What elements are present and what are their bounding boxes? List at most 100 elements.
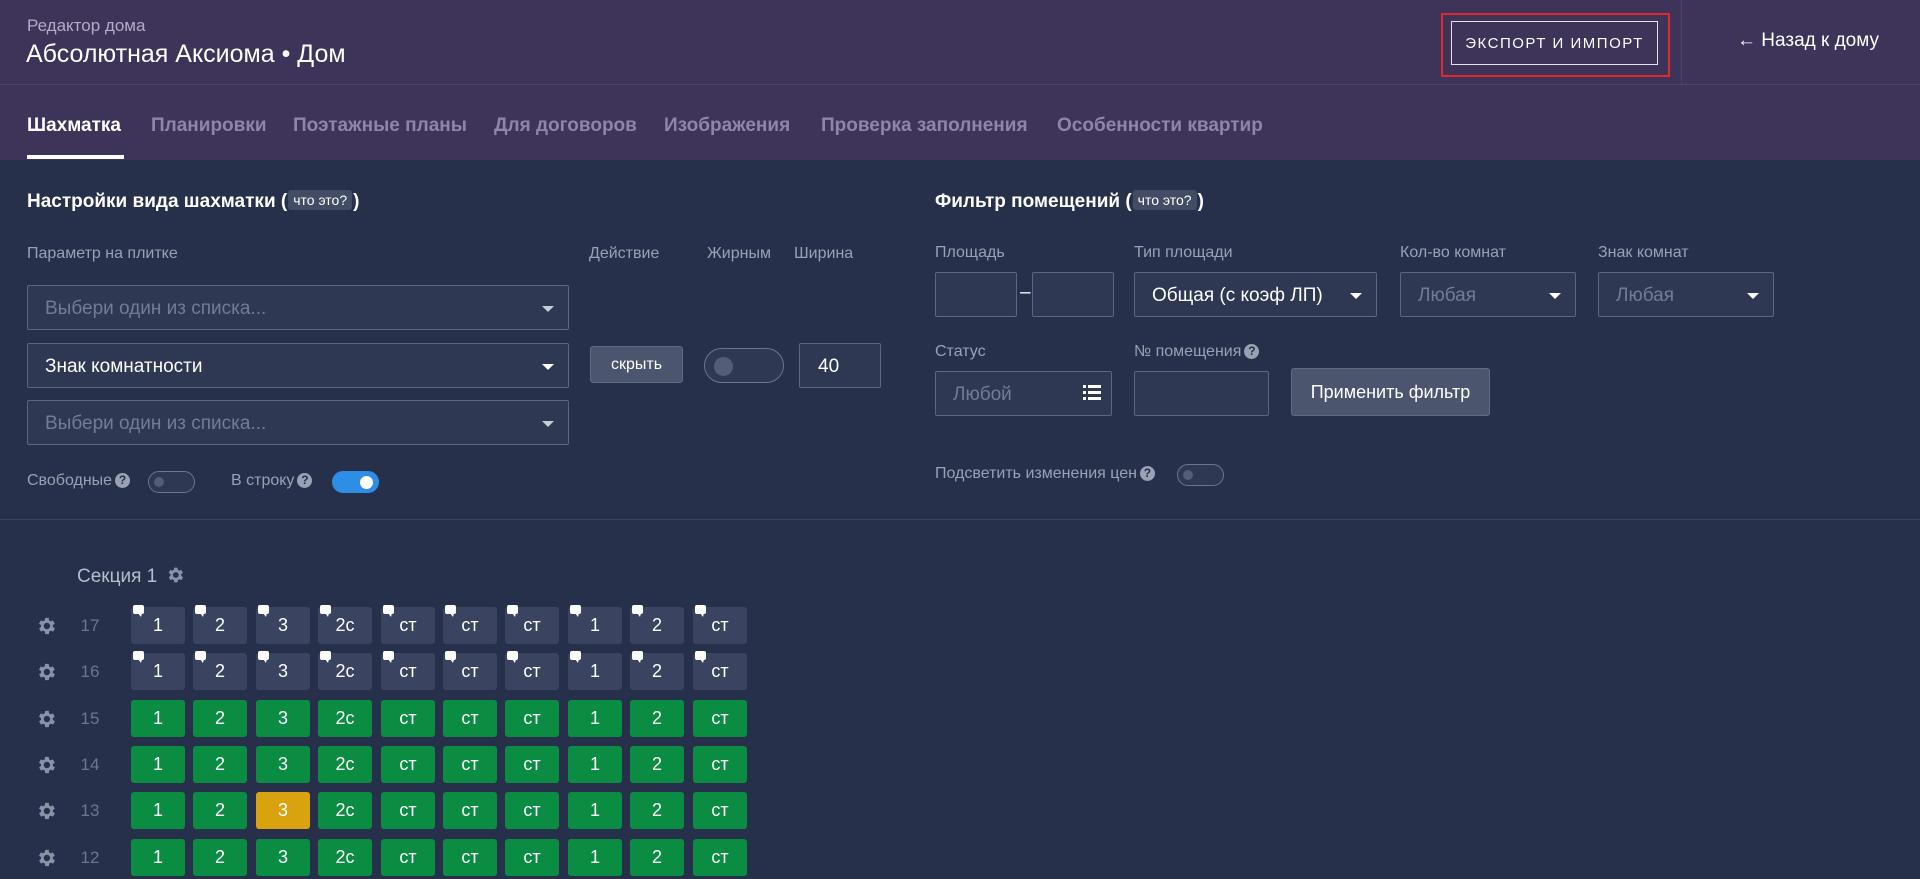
apartment-cell[interactable]: 1 <box>568 700 622 737</box>
area-to-input[interactable] <box>1032 272 1114 317</box>
rooms-sign-select[interactable]: Любая <box>1598 272 1774 317</box>
apartment-cell[interactable]: 1 <box>131 839 185 876</box>
apartment-cell-label: 1 <box>589 661 600 681</box>
apartment-cell[interactable]: ст <box>505 700 559 737</box>
apartment-cell[interactable]: ст <box>381 792 435 829</box>
apartment-cell[interactable]: 2 <box>193 839 247 876</box>
apartment-cell[interactable]: ст <box>693 839 747 876</box>
apply-filter-button[interactable]: Применить фильтр <box>1291 368 1490 416</box>
gear-icon[interactable] <box>165 565 185 585</box>
apartment-cell[interactable]: 2 <box>630 651 684 690</box>
apartment-cell[interactable]: 1 <box>568 651 622 690</box>
floor-gear-icon[interactable] <box>35 615 57 637</box>
tab-layouts[interactable]: Планировки <box>151 115 267 137</box>
hide-button[interactable]: скрыть <box>590 346 683 383</box>
apartment-cell[interactable]: 3 <box>256 746 310 783</box>
help-icon[interactable]: ? <box>297 473 313 488</box>
apartment-cell[interactable]: 2с <box>318 651 372 690</box>
apartment-cell[interactable]: 2с <box>318 605 372 644</box>
apartment-cell[interactable]: ст <box>505 839 559 876</box>
filter-whatis[interactable]: что это? <box>1132 190 1197 210</box>
apartment-cell[interactable]: 2 <box>193 792 247 829</box>
apartment-cell[interactable]: 2с <box>318 792 372 829</box>
apartment-cell[interactable]: ст <box>693 651 747 690</box>
tab-fill-check[interactable]: Проверка заполнения <box>821 115 1028 137</box>
apartment-cell[interactable]: 2 <box>193 746 247 783</box>
apartment-cell[interactable]: ст <box>443 700 497 737</box>
area-type-select[interactable]: Общая (с коэф ЛП) <box>1134 272 1377 317</box>
floor-gear-icon[interactable] <box>35 847 57 869</box>
apartment-cell[interactable]: ст <box>381 746 435 783</box>
rooms-select[interactable]: Любая <box>1400 272 1576 317</box>
apartment-cell[interactable]: 1 <box>131 605 185 644</box>
apartment-cell[interactable]: 1 <box>131 746 185 783</box>
apartment-cell[interactable]: 1 <box>131 651 185 690</box>
apartment-cell[interactable]: 2с <box>318 839 372 876</box>
tab-apartment-features[interactable]: Особенности квартир <box>1057 115 1263 137</box>
apartment-cell[interactable]: 1 <box>568 792 622 829</box>
param-select-3[interactable]: Выбери один из списка... <box>27 400 569 445</box>
apartment-cell[interactable]: ст <box>443 605 497 644</box>
apartment-cell[interactable]: 3 <box>256 700 310 737</box>
bold-toggle[interactable] <box>704 348 784 383</box>
width-input[interactable]: 40 <box>799 343 881 388</box>
apartment-cell[interactable]: ст <box>443 839 497 876</box>
apartment-cell[interactable]: ст <box>381 651 435 690</box>
apartment-cell[interactable]: 2 <box>630 700 684 737</box>
tab-contracts[interactable]: Для договоров <box>494 115 637 137</box>
help-icon[interactable]: ? <box>1244 344 1260 359</box>
apartment-cell[interactable]: ст <box>693 605 747 644</box>
floor-gear-icon[interactable] <box>35 754 57 776</box>
apartment-cell[interactable]: ст <box>505 651 559 690</box>
apartment-cell[interactable]: 1 <box>131 792 185 829</box>
help-icon[interactable]: ? <box>1139 466 1155 481</box>
free-toggle[interactable] <box>148 471 195 493</box>
apartment-cell[interactable]: ст <box>693 746 747 783</box>
apartment-cell[interactable]: 2 <box>630 792 684 829</box>
floor-gear-icon[interactable] <box>35 708 57 730</box>
tab-chess[interactable]: Шахматка <box>27 115 121 137</box>
help-icon[interactable]: ? <box>115 473 131 488</box>
tab-images[interactable]: Изображения <box>664 115 790 137</box>
apartment-cell[interactable]: 1 <box>568 746 622 783</box>
inline-toggle[interactable] <box>332 471 379 493</box>
room-number-input[interactable] <box>1134 371 1269 416</box>
floor-gear-icon[interactable] <box>35 661 57 683</box>
export-import-button[interactable]: ЭКСПОРТ И ИМПОРТ <box>1451 21 1658 65</box>
apartment-cell[interactable]: ст <box>505 605 559 644</box>
apartment-cell[interactable]: 2 <box>630 746 684 783</box>
apartment-cell[interactable]: ст <box>381 700 435 737</box>
apartment-cell[interactable]: ст <box>693 792 747 829</box>
apartment-cell[interactable]: ст <box>505 792 559 829</box>
tab-floor-plans[interactable]: Поэтажные планы <box>293 115 467 137</box>
apartment-cell[interactable]: 3 <box>256 839 310 876</box>
apartment-cell[interactable]: ст <box>443 651 497 690</box>
apartment-cell[interactable]: 1 <box>568 839 622 876</box>
apartment-cell[interactable]: 2 <box>193 651 247 690</box>
param-select-1[interactable]: Выбери один из списка... <box>27 285 569 330</box>
apartment-cell[interactable]: ст <box>505 746 559 783</box>
apartment-cell[interactable]: ст <box>443 792 497 829</box>
apartment-cell[interactable]: 2 <box>630 839 684 876</box>
apartment-cell[interactable]: 2 <box>630 605 684 644</box>
apartment-cell[interactable]: 3 <box>256 605 310 644</box>
apartment-cell[interactable]: 1 <box>131 700 185 737</box>
status-select[interactable]: Любой <box>935 371 1112 416</box>
area-from-input[interactable] <box>935 272 1017 317</box>
apartment-cell[interactable]: 2 <box>193 700 247 737</box>
apartment-cell[interactable]: 2 <box>193 605 247 644</box>
apartment-cell[interactable]: ст <box>693 700 747 737</box>
apartment-cell[interactable]: ст <box>443 746 497 783</box>
apartment-cell[interactable]: 2с <box>318 746 372 783</box>
apartment-cell[interactable]: 2с <box>318 700 372 737</box>
apartment-cell[interactable]: 1 <box>568 605 622 644</box>
apartment-cell[interactable]: 3 <box>256 651 310 690</box>
back-to-house-link[interactable]: ← Назад к дому <box>1737 30 1879 52</box>
apartment-cell[interactable]: ст <box>381 605 435 644</box>
apartment-cell[interactable]: ст <box>381 839 435 876</box>
param-select-2[interactable]: Знак комнатности <box>27 343 569 388</box>
highlight-toggle[interactable] <box>1177 464 1224 486</box>
floor-gear-icon[interactable] <box>35 800 57 822</box>
view-settings-whatis[interactable]: что это? <box>288 190 353 210</box>
apartment-cell[interactable]: 3 <box>256 792 310 829</box>
